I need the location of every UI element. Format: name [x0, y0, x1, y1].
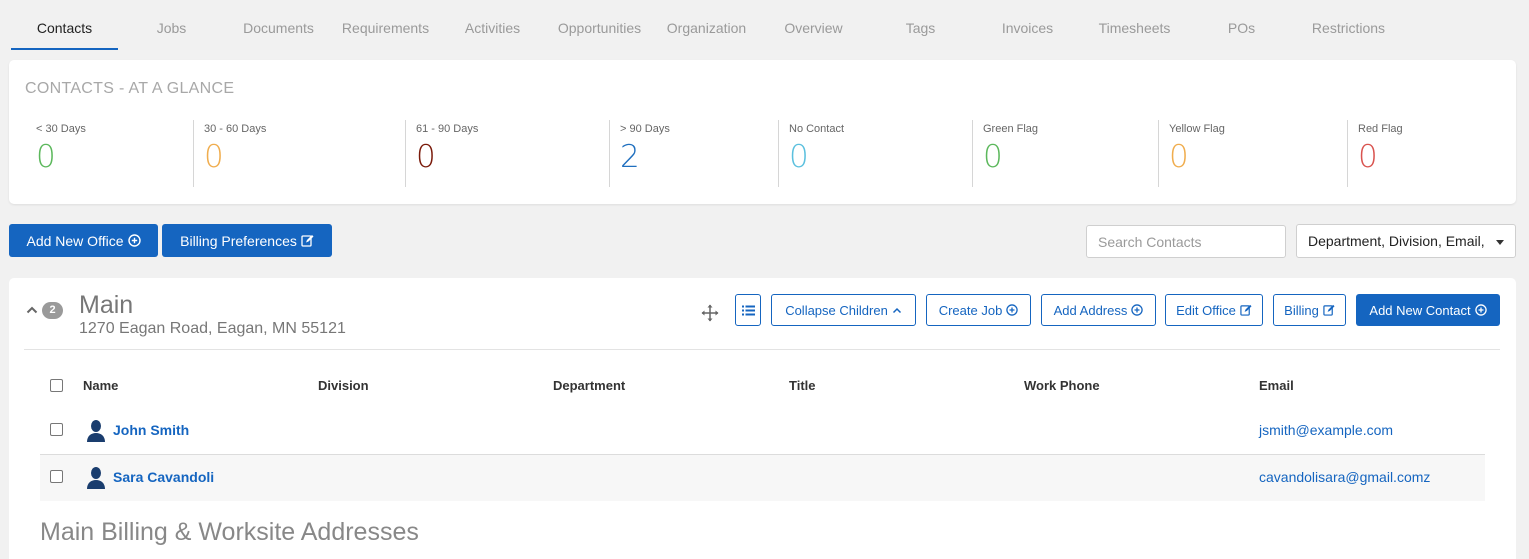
billing-label: Billing [1284, 302, 1319, 318]
tab-tags[interactable]: Tags [867, 20, 974, 36]
stat-value: 0 [1358, 139, 1378, 175]
stat-61-90-days[interactable]: 61 - 90 Days 0 [405, 120, 478, 187]
move-icon[interactable] [701, 304, 719, 322]
stat-label: > 90 Days [620, 123, 670, 135]
add-new-contact-label: Add New Contact [1369, 302, 1471, 318]
billing-button[interactable]: Billing [1273, 294, 1346, 326]
tab-contacts[interactable]: Contacts [11, 20, 118, 36]
create-job-label: Create Job [938, 302, 1003, 318]
addresses-section-title: Main Billing & Worksite Addresses [40, 518, 419, 546]
edit-icon [1323, 304, 1335, 316]
stat-no-contact[interactable]: No Contact 0 [778, 120, 844, 187]
contact-name-link[interactable]: John Smith [113, 422, 189, 438]
glance-title: CONTACTS - AT A GLANCE [25, 80, 235, 97]
edit-office-label: Edit Office [1176, 302, 1236, 318]
stat-under-30-days[interactable]: < 30 Days 0 [36, 120, 86, 187]
select-all-checkbox[interactable] [50, 379, 63, 392]
add-address-button[interactable]: Add Address [1041, 294, 1156, 326]
stat-value: 0 [204, 139, 224, 175]
tab-bar: Contacts Jobs Documents Requirements Act… [0, 0, 1529, 52]
collapse-children-button[interactable]: Collapse Children [771, 294, 916, 326]
stat-value: 2 [620, 139, 640, 175]
children-count-badge: 2 [42, 302, 63, 319]
stat-label: Green Flag [983, 123, 1039, 135]
stat-30-60-days[interactable]: 30 - 60 Days 0 [193, 120, 266, 187]
column-header-name[interactable]: Name [83, 378, 118, 393]
plus-circle-icon [1131, 304, 1144, 316]
tab-requirements[interactable]: Requirements [332, 20, 439, 36]
contact-email-link[interactable]: jsmith@example.com [1259, 422, 1393, 438]
contact-email-link[interactable]: cavandolisara@gmail.comz [1259, 469, 1430, 485]
column-header-email[interactable]: Email [1259, 378, 1294, 393]
add-new-office-button[interactable]: Add New Office [9, 224, 158, 257]
office-name: Main [79, 291, 134, 319]
stat-value: 0 [1169, 139, 1189, 175]
tab-timesheets[interactable]: Timesheets [1081, 20, 1188, 36]
plus-circle-icon [1474, 304, 1487, 316]
column-header-title[interactable]: Title [789, 378, 816, 393]
tab-invoices[interactable]: Invoices [974, 20, 1081, 36]
stat-label: 30 - 60 Days [204, 123, 267, 135]
column-header-work-phone[interactable]: Work Phone [1024, 378, 1100, 393]
tab-overview[interactable]: Overview [760, 20, 867, 36]
stat-green-flag[interactable]: Green Flag 0 [972, 120, 1038, 187]
columns-select-value: Department, Division, Email, [1308, 233, 1485, 249]
row-checkbox[interactable] [50, 423, 63, 436]
active-tab-indicator [11, 48, 118, 50]
tab-jobs[interactable]: Jobs [118, 20, 225, 36]
column-header-department[interactable]: Department [553, 378, 625, 393]
plus-circle-icon [1006, 304, 1019, 316]
edit-icon [301, 235, 314, 247]
columns-select[interactable]: Department, Division, Email, [1296, 224, 1516, 258]
chevron-up-icon[interactable] [26, 306, 38, 314]
stat-value: 0 [789, 139, 809, 175]
edit-office-button[interactable]: Edit Office [1165, 294, 1263, 326]
stat-label: No Contact [789, 123, 845, 135]
caret-down-icon [1496, 240, 1504, 245]
tab-documents[interactable]: Documents [225, 20, 332, 36]
stat-value: 0 [416, 139, 436, 175]
stat-label: Yellow Flag [1169, 123, 1225, 135]
tab-organization[interactable]: Organization [653, 20, 760, 36]
tab-pos[interactable]: POs [1188, 20, 1295, 36]
column-header-division[interactable]: Division [318, 378, 369, 393]
tab-activities[interactable]: Activities [439, 20, 546, 36]
user-icon [87, 467, 105, 489]
row-checkbox[interactable] [50, 470, 63, 483]
search-contacts-input[interactable] [1086, 225, 1286, 258]
chevron-up-icon [892, 307, 901, 313]
header-divider [24, 349, 1500, 350]
billing-preferences-label: Billing Preferences [180, 232, 297, 249]
stat-red-flag[interactable]: Red Flag 0 [1347, 120, 1403, 187]
add-new-contact-button[interactable]: Add New Contact [1356, 294, 1500, 326]
stat-yellow-flag[interactable]: Yellow Flag 0 [1158, 120, 1225, 187]
edit-icon [1240, 304, 1252, 316]
create-job-button[interactable]: Create Job [926, 294, 1031, 326]
list-icon [741, 305, 755, 315]
contact-name-link[interactable]: Sara Cavandoli [113, 469, 214, 485]
stat-value: 0 [36, 139, 56, 175]
billing-preferences-button[interactable]: Billing Preferences [162, 224, 332, 257]
tab-restrictions[interactable]: Restrictions [1295, 20, 1402, 36]
office-address: 1270 Eagan Road, Eagan, MN 55121 [79, 320, 346, 337]
stat-label: 61 - 90 Days [416, 123, 479, 135]
collapse-children-label: Collapse Children [785, 302, 888, 318]
office-card-main: 2 Main 1270 Eagan Road, Eagan, MN 55121 … [9, 278, 1516, 559]
user-icon [87, 420, 105, 442]
plus-circle-icon [127, 234, 141, 247]
stat-over-90-days[interactable]: > 90 Days 2 [609, 120, 670, 187]
tab-opportunities[interactable]: Opportunities [546, 20, 653, 36]
stat-label: < 30 Days [36, 123, 86, 135]
contacts-at-a-glance-panel: CONTACTS - AT A GLANCE < 30 Days 0 30 - … [9, 60, 1516, 204]
stat-label: Red Flag [1358, 123, 1403, 135]
add-address-label: Add Address [1053, 302, 1128, 318]
list-view-button[interactable] [735, 294, 761, 326]
stat-value: 0 [983, 139, 1003, 175]
add-new-office-label: Add New Office [26, 232, 124, 249]
